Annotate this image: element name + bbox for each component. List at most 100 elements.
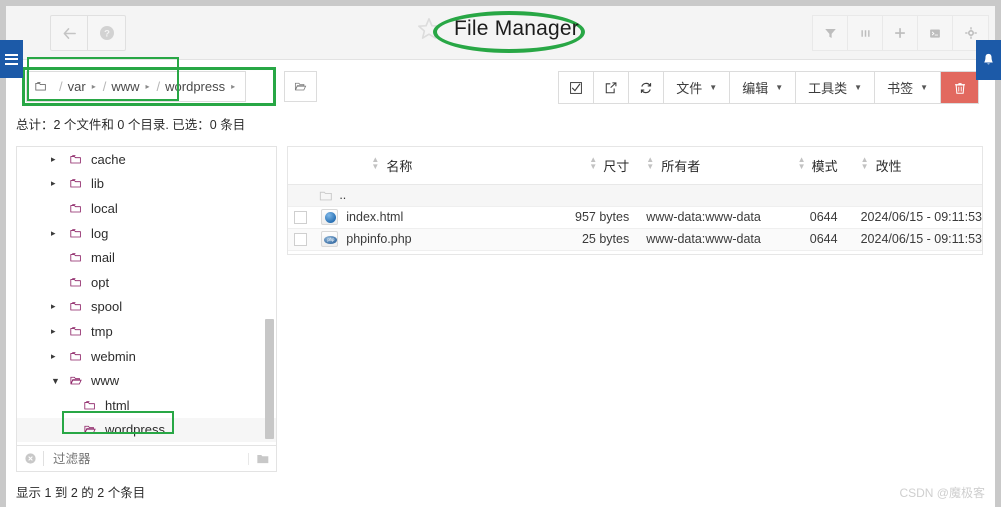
parent-directory-row[interactable]: .. — [288, 184, 982, 207]
breadcrumb[interactable]: / var ▸ / www ▸ / wordpress ▸ — [26, 71, 247, 102]
chevron-right-icon[interactable]: ▸ — [51, 301, 65, 312]
tree-node-tmp[interactable]: ▸ tmp — [17, 319, 276, 344]
row-mtime-cell: 2024/06/15 - 09:11:53 — [846, 206, 982, 229]
open-folder-icon — [84, 426, 96, 434]
tree-node-local[interactable]: local — [17, 196, 276, 221]
open-folder-button[interactable] — [284, 71, 317, 102]
chevron-right-icon[interactable]: ▸ — [51, 178, 65, 189]
row-owner-cell: www-data:www-data — [638, 206, 784, 229]
trash-icon — [954, 82, 965, 94]
column-header-mode[interactable]: ▲ ▼ 模式 — [783, 147, 847, 185]
row-checkbox[interactable] — [294, 233, 308, 247]
tools-menu-button[interactable]: 工具类 ▼ — [796, 72, 876, 103]
breadcrumb-item-var[interactable]: var — [68, 79, 86, 94]
tree-node-wordpress[interactable]: wordpress — [17, 417, 276, 443]
bell-icon — [984, 53, 993, 65]
folder-icon — [70, 277, 81, 287]
row-select-cell[interactable] — [288, 228, 314, 251]
directory-tree-panel[interactable]: ▸ cache ▸ lib local ▸ log mail opt ▸ spool ▸ tmp ▸ web… — [16, 146, 277, 446]
column-header-owner[interactable]: ▲ ▼ 所有者 — [638, 147, 784, 185]
share-button[interactable] — [594, 72, 630, 103]
edit-menu-button[interactable]: 编辑 ▼ — [730, 72, 797, 103]
plus-icon[interactable] — [883, 16, 918, 50]
folder-icon — [70, 302, 81, 311]
folder-icon — [84, 400, 95, 410]
pagination-status: 显示 1 到 2 的 2 个条目 — [16, 486, 146, 500]
watermark-text: CSDN @魔极客 — [899, 486, 985, 500]
sort-icon: ▲ ▼ — [589, 154, 598, 171]
table-row[interactable]: php phpinfo.php 25 bytes www-data:www-data 0… — [288, 228, 982, 251]
parent-directory-label: .. — [339, 188, 347, 202]
chevron-down-icon: ▼ — [854, 83, 863, 92]
columns-icon[interactable] — [848, 16, 883, 50]
column-header-name[interactable]: ▲ ▼ 名称 — [313, 147, 539, 185]
chevron-down-icon[interactable]: ▼ — [51, 376, 65, 386]
file-mode: 0644 — [809, 232, 838, 246]
row-mode-cell: 0644 — [783, 206, 847, 229]
hamburger-menu-icon — [5, 51, 18, 67]
row-size-cell: 25 bytes — [538, 228, 639, 251]
chevron-right-icon[interactable]: ▸ — [92, 82, 96, 91]
breadcrumb-item-www[interactable]: www — [111, 79, 139, 94]
filter-icon[interactable] — [813, 16, 848, 50]
chevron-right-icon[interactable]: ▸ — [146, 82, 150, 91]
row-name-cell[interactable]: index.html — [346, 206, 539, 229]
tree-node-www[interactable]: ▼ www — [17, 368, 276, 393]
file-mode: 0644 — [809, 210, 838, 224]
tree-node-label: local — [91, 200, 118, 216]
tree-node-html[interactable]: html — [17, 393, 276, 418]
toolbar-row: / var ▸ / www ▸ / wordpress ▸ 文件 ▼ 编辑 ▼ … — [6, 60, 995, 112]
row-name-cell[interactable]: phpinfo.php — [346, 228, 539, 251]
column-header-size[interactable]: ▲ ▼ 尺寸 — [538, 147, 639, 185]
chevron-right-icon[interactable]: ▸ — [231, 82, 235, 91]
parent-directory-cell[interactable]: .. — [313, 184, 982, 207]
parent-row-spacer — [288, 184, 314, 207]
page-title: File Manager — [454, 17, 579, 40]
tree-node-opt[interactable]: opt — [17, 270, 276, 295]
row-icon-cell — [313, 206, 347, 229]
refresh-button[interactable] — [629, 72, 665, 103]
open-folder-icon — [294, 82, 307, 91]
tree-node-log[interactable]: ▸ log — [17, 221, 276, 246]
chevron-right-icon[interactable]: ▸ — [51, 154, 65, 165]
tree-node-mail[interactable]: mail — [17, 245, 276, 270]
column-header-mtime[interactable]: ▲ ▼ 改性 — [846, 147, 982, 185]
sidebar-toggle-button[interactable] — [0, 40, 23, 78]
tree-node-label: www — [91, 373, 120, 389]
file-name: index.html — [346, 210, 404, 224]
row-checkbox[interactable] — [294, 211, 308, 225]
file-table-head: ▲ ▼ 名称 ▲ ▼ 尺寸 ▲ ▼ 所有者 ▲ ▼ 模式 ▲ ▼ 改性 — [288, 147, 982, 185]
breadcrumb-item-wordpress[interactable]: wordpress — [165, 79, 225, 94]
tree-scrollbar[interactable] — [265, 319, 274, 439]
table-row[interactable]: index.html 957 bytes www-data:www-data 0644… — [288, 206, 982, 229]
tree-node-webmin[interactable]: ▸ webmin — [17, 344, 276, 369]
row-select-cell[interactable] — [288, 206, 314, 229]
tree-node-spool[interactable]: ▸ spool — [17, 295, 276, 320]
folder-icon[interactable] — [248, 452, 276, 465]
checkbox-checked-icon — [570, 81, 583, 94]
delete-button[interactable] — [941, 72, 978, 103]
folder-icon — [320, 191, 333, 201]
notifications-tab-button[interactable] — [976, 40, 1001, 80]
breadcrumb-separator: / — [59, 79, 63, 94]
folder-icon — [70, 179, 81, 188]
chevron-right-icon[interactable]: ▸ — [51, 326, 65, 337]
folder-icon — [70, 204, 81, 213]
clear-circle-icon[interactable] — [17, 452, 43, 465]
terminal-icon[interactable] — [918, 16, 953, 50]
file-menu-label: 文件 — [676, 81, 703, 96]
row-mtime-cell: 2024/06/15 - 09:11:53 — [846, 228, 982, 251]
chevron-down-icon: ▼ — [775, 83, 784, 92]
chevron-right-icon[interactable]: ▸ — [51, 351, 65, 362]
bookmarks-menu-button[interactable]: 书签 ▼ — [875, 72, 941, 103]
tree-filter-input[interactable] — [44, 450, 248, 467]
row-size-cell: 957 bytes — [538, 206, 639, 229]
tree-node-lib[interactable]: ▸ lib — [17, 172, 276, 197]
select-all-button[interactable] — [559, 72, 595, 103]
tree-node-cache[interactable]: ▸ cache — [17, 147, 276, 172]
file-menu-button[interactable]: 文件 ▼ — [664, 72, 731, 103]
chevron-right-icon[interactable]: ▸ — [51, 228, 65, 239]
tree-node-label: log — [91, 225, 109, 241]
folder-icon — [70, 253, 81, 262]
star-outline-icon[interactable] — [416, 16, 442, 42]
